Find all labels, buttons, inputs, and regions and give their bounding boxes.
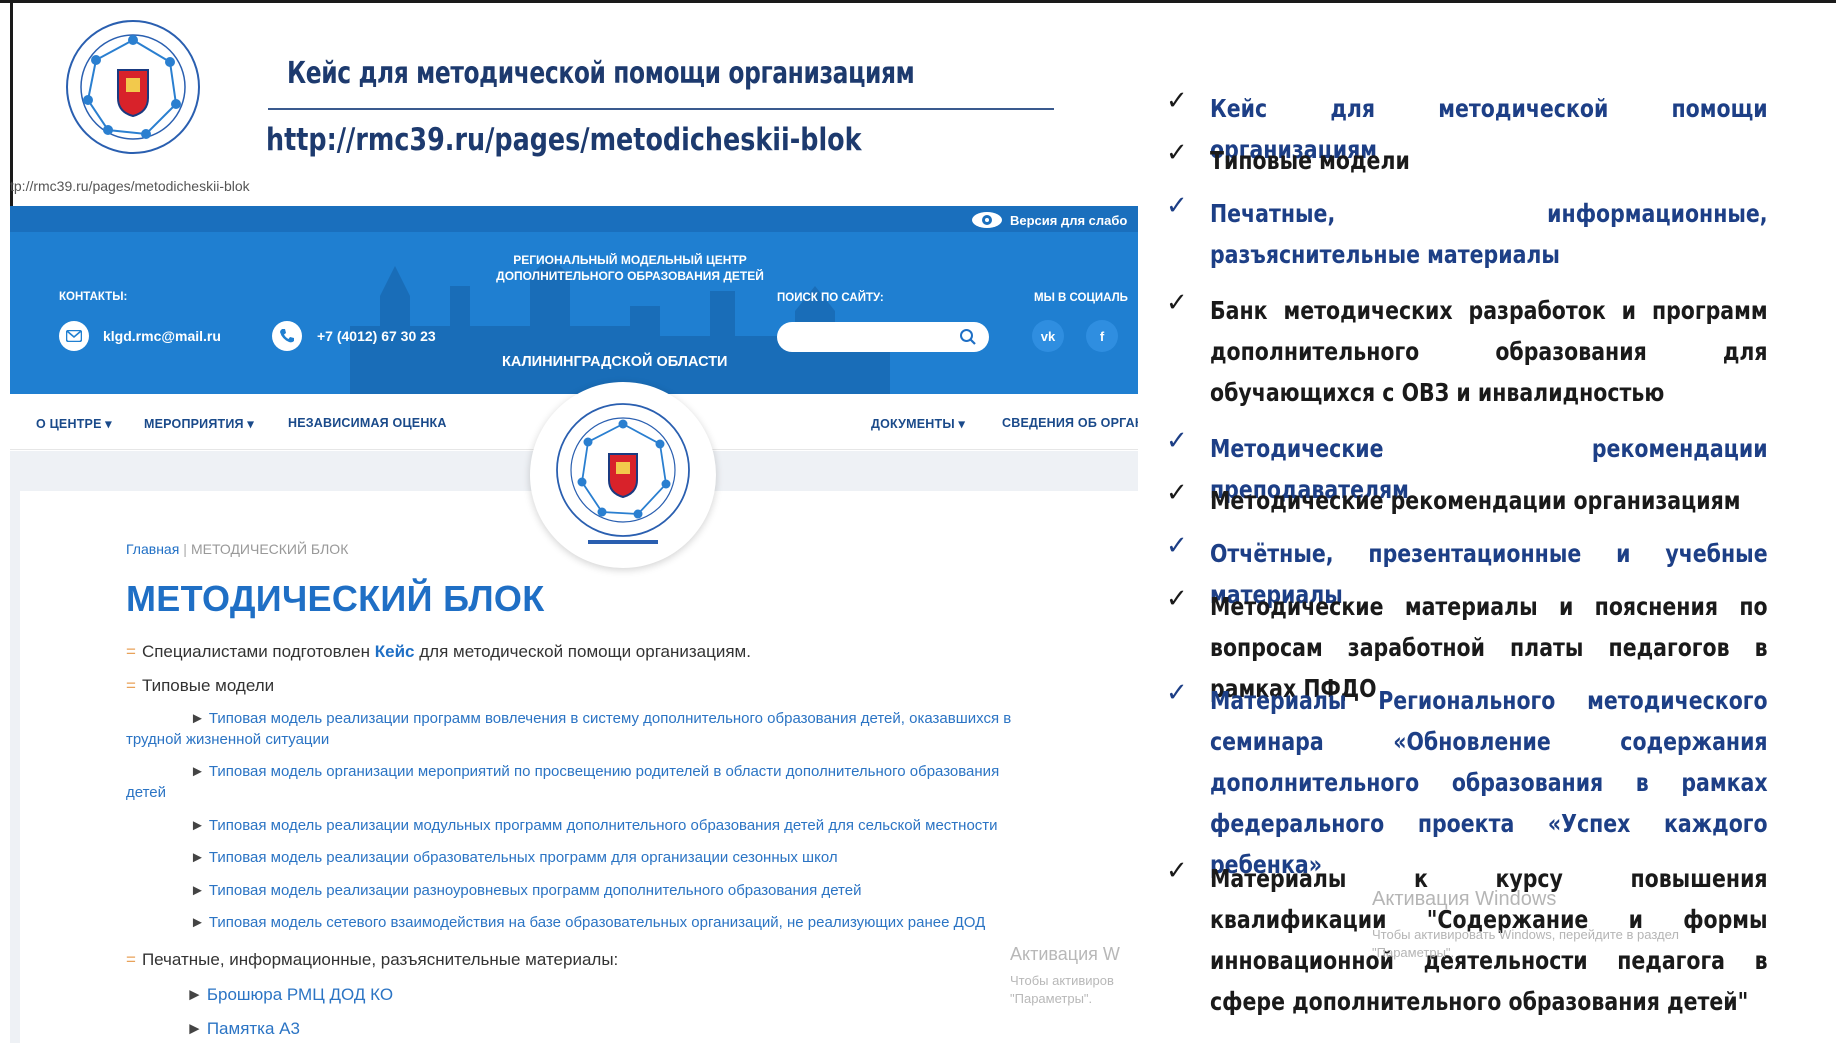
bullet-print-label: Печатные, информационные, разъяснительны… — [141, 950, 619, 969]
check-icon: ✓ — [1166, 678, 1188, 708]
breadcrumb-separator: | — [183, 541, 187, 557]
site-banner: Версия для слабо РЕГИОНАЛЬНЫЙ МОДЕЛЬНЫЙ … — [10, 206, 1138, 394]
nav-events[interactable]: МЕРОПРИЯТИЯ ▾ — [144, 416, 254, 431]
bullet-models-label: Типовые модели — [141, 676, 275, 695]
memo-link[interactable]: ► Памятка А3 — [186, 1018, 300, 1039]
eye-icon[interactable] — [970, 210, 1004, 230]
nav-documents[interactable]: ДОКУМЕНТЫ ▾ — [871, 416, 965, 431]
breadcrumb-current: МЕТОДИЧЕСКИЙ БЛОК — [190, 541, 349, 557]
center-title-line1: РЕГИОНАЛЬНЫЙ МОДЕЛЬНЫЙ ЦЕНТР — [513, 253, 747, 267]
nav-about[interactable]: О ЦЕНТРЕ ▾ — [36, 416, 112, 431]
model-link-2[interactable]: ► Типовая модель организации мероприятий … — [126, 761, 1026, 803]
accessibility-version-link[interactable]: Версия для слабо — [1010, 213, 1127, 228]
bullet-print-materials: = Печатные, информационные, разъяснительн… — [126, 950, 619, 969]
frame-top-border — [0, 0, 1836, 3]
slide-url[interactable]: http://rmc39.ru/pages/metodicheskii-blok — [266, 122, 862, 158]
search-label: ПОИСК ПО САЙТУ: — [777, 292, 884, 304]
case-link[interactable]: Кейс — [375, 642, 415, 661]
check-icon: ✓ — [1166, 86, 1188, 116]
check-icon: ✓ — [1166, 478, 1188, 508]
brochure-link[interactable]: ► Брошюра РМЦ ДОД КО — [186, 984, 393, 1005]
contact-email[interactable]: klgd.rmc@mail.ru — [103, 328, 221, 344]
bullet-case-post: для методической помощи организациям. — [419, 642, 751, 661]
bullet-case: = Специалистами подготовлен Кейс для мето… — [126, 642, 751, 661]
center-title: РЕГИОНАЛЬНЫЙ МОДЕЛЬНЫЙ ЦЕНТР ДОПОЛНИТЕЛЬ… — [480, 252, 780, 284]
nav-organization-info[interactable]: СВЕДЕНИЯ ОБ ОРГАН — [1002, 416, 1138, 430]
model-link-4[interactable]: ► Типовая модель реализации образовательн… — [190, 847, 838, 868]
browser-address: tp://rmc39.ru/pages/metodicheskii-blok — [10, 178, 250, 194]
breadcrumb-home[interactable]: Главная — [126, 541, 179, 557]
page-title: МЕТОДИЧЕСКИЙ БЛОК — [126, 578, 545, 619]
center-region: КАЛИНИНГРАДСКОЙ ОБЛАСТИ — [502, 354, 728, 370]
check-icon: ✓ — [1166, 191, 1188, 221]
slide-title: Кейс для методической помощи организация… — [287, 56, 915, 91]
website-screenshot: Версия для слабо РЕГИОНАЛЬНЫЙ МОДЕЛЬНЫЙ … — [10, 206, 1138, 1043]
social-label: МЫ В СОЦИАЛЬ — [1034, 292, 1128, 304]
site-activation-watermark: Активация W — [1010, 944, 1120, 964]
breadcrumb: Главная | МЕТОДИЧЕСКИЙ БЛОК — [126, 541, 348, 557]
search-input[interactable] — [777, 322, 989, 352]
site-logo[interactable] — [530, 382, 716, 568]
check-icon: ✓ — [1166, 138, 1188, 168]
check-icon: ✓ — [1166, 426, 1188, 456]
banner-topbar — [10, 206, 1138, 232]
contact-phone[interactable]: +7 (4012) 67 30 23 — [317, 328, 436, 344]
check-icon: ✓ — [1166, 531, 1188, 561]
check-icon: ✓ — [1166, 288, 1188, 318]
check-icon: ✓ — [1166, 856, 1188, 886]
windows-activation-hint: Чтобы активировать Windows, перейдите в … — [1372, 927, 1679, 960]
nav-assessment[interactable]: НЕЗАВИСИМАЯ ОЦЕНКА — [288, 416, 447, 430]
title-underline — [268, 108, 1054, 110]
model-link-1[interactable]: ► Типовая модель реализации программ вовл… — [126, 708, 1026, 750]
phone-icon — [272, 321, 302, 351]
center-title-line2: ДОПОЛНИТЕЛЬНОГО ОБРАЗОВАНИЯ ДЕТЕЙ — [496, 269, 764, 283]
model-link-3[interactable]: ► Типовая модель реализации модульных про… — [190, 815, 998, 836]
check-icon: ✓ — [1166, 584, 1188, 614]
facebook-icon[interactable]: f — [1086, 320, 1118, 352]
model-link-6[interactable]: ► Типовая модель сетевого взаимодействия … — [190, 912, 985, 933]
contacts-label: КОНТАКТЫ: — [59, 291, 128, 303]
bullet-models: = Типовые модели — [126, 676, 275, 695]
model-link-5[interactable]: ► Типовая модель реализации разноуровневы… — [190, 880, 861, 901]
site-activation-hint: Чтобы активиров "Параметры". — [1010, 973, 1114, 1006]
project-logo — [66, 20, 200, 154]
search-icon[interactable] — [959, 328, 977, 346]
bullet-case-pre: Специалистами подготовлен — [141, 642, 371, 661]
windows-activation-watermark: Активация Windows — [1372, 888, 1557, 910]
vk-icon[interactable]: vk — [1032, 320, 1064, 352]
mail-icon — [59, 321, 89, 351]
